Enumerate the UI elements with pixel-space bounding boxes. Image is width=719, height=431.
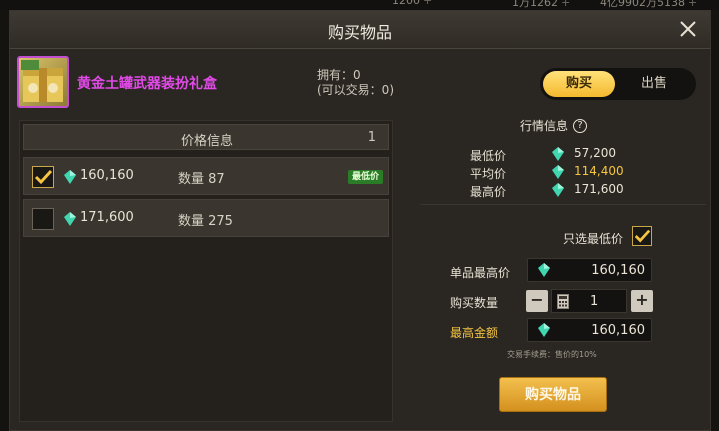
listing-checkbox[interactable] [32,208,54,230]
gem-icon [64,212,76,226]
buy-item-dialog: 购买物品 黄金土罐武器装扮礼盒 拥有：0 (可以交易：0) 购买 出售 价格信息… [9,10,711,431]
market-lowest-value: 57,200 [574,146,616,160]
market-highest-row: 最高价 171,600 [470,182,650,199]
buy-sell-toggle: 购买 出售 [540,68,696,100]
price-list-header: 价格信息 1 [23,124,389,150]
market-average-row: 平均价 114,400 [470,164,650,181]
listing-price: 171,600 [80,210,134,225]
gem-icon [538,323,550,337]
max-unit-price-label: 单品最高价 [450,266,511,280]
market-highest-label: 最高价 [470,185,507,199]
max-total-value: 160,160 [591,323,645,338]
market-lowest-label: 最低价 [470,149,507,163]
gem-icon [538,263,550,277]
listing-row[interactable]: 171,600 数量 275 [23,199,389,237]
max-unit-price-value: 160,160 [591,263,645,278]
listing-row[interactable]: 160,160 数量 87 最低价 [23,157,389,195]
owned-label: 拥有：0 [317,68,361,82]
market-highest-value: 171,600 [574,182,624,196]
calculator-icon[interactable] [557,294,569,309]
close-icon[interactable] [676,17,700,41]
market-average-value: 114,400 [574,164,624,178]
owned-count: 拥有：0 (可以交易：0) [317,68,394,98]
section-divider [420,204,706,205]
help-icon[interactable]: ? [573,119,587,133]
quantity-plus-button[interactable]: + [631,290,653,312]
background-right [711,10,719,431]
price-list-title: 价格信息 [180,134,233,149]
max-total-field: 160,160 [527,318,652,342]
currency-amount-2: 1万1262 + [512,0,571,9]
max-unit-price-input[interactable]: 160,160 [527,258,652,282]
market-info-title: 行情信息 [520,119,569,133]
dialog-title-bar: 购买物品 [10,11,710,49]
listing-quantity: 数量 275 [178,214,233,229]
quantity-label: 购买数量 [450,296,499,310]
price-list-panel: 价格信息 1 160,160 数量 87 最低价 171,600 数量 275 [19,120,393,422]
currency-amount-3: 4亿9902万5138 + [600,0,698,9]
gem-icon [552,165,564,179]
listing-price: 160,160 [80,168,134,183]
item-name: 黄金土罐武器装扮礼盒 [77,76,217,92]
lowest-price-badge: 最低价 [347,170,383,184]
tab-sell[interactable]: 出售 [618,71,690,97]
listing-checkbox[interactable] [32,166,54,188]
only-lowest-checkbox[interactable] [632,226,652,246]
gem-icon [552,147,564,161]
checkmark-icon [34,169,53,185]
market-average-label: 平均价 [470,167,507,181]
market-lowest-row: 最低价 57,200 [470,146,650,163]
dialog-title: 购买物品 [327,23,392,42]
item-gift-box-icon [17,56,69,108]
quantity-value: 1 [590,294,599,309]
buy-item-button[interactable]: 购买物品 [499,377,607,412]
tab-buy[interactable]: 购买 [543,71,615,97]
price-list-count: 1 [367,130,376,145]
transaction-fee-note: 交易手续费：售价的10% [507,350,597,359]
only-lowest-label: 只选最低价 [563,232,624,246]
tradable-label: (可以交易：0) [317,83,394,97]
gem-icon [552,183,564,197]
gem-icon [64,170,76,184]
currency-amount-1: 1200 + [392,0,433,7]
quantity-input[interactable]: 1 [551,289,627,313]
listing-quantity: 数量 87 [178,172,225,187]
checkmark-icon [634,229,651,243]
quantity-minus-button[interactable]: − [526,290,548,312]
resource-bar: 1200 + 1万1262 + 4亿9902万5138 + [0,0,719,10]
max-total-label: 最高金额 [450,326,499,340]
